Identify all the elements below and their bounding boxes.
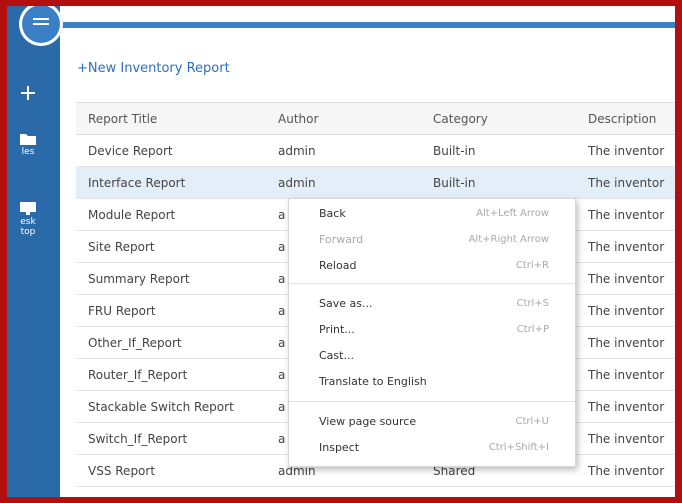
description-cell: The inventor: [576, 262, 675, 295]
app-frame: les esk top +New Inventory Report Report…: [7, 6, 675, 497]
report-title-cell: Other_If_Report: [76, 326, 266, 359]
desktop-label-line1: esk: [20, 217, 36, 227]
column-header-author[interactable]: Author: [266, 102, 421, 135]
report-title-cell: Switch_If_Report: [76, 422, 266, 455]
report-title-cell: Device Report: [76, 134, 266, 167]
menu-item-label: Reload: [319, 259, 357, 272]
desktop-button[interactable]: esk top: [7, 202, 49, 237]
menu-item-print[interactable]: Print... Ctrl+P: [289, 319, 575, 341]
description-cell: The inventor: [576, 454, 675, 487]
menu-item-shortcut: Ctrl+U: [515, 416, 550, 427]
report-title-cell: Router_If_Report: [76, 358, 266, 391]
menu-item-reload[interactable]: Reload Ctrl+R: [289, 255, 575, 277]
column-header-title[interactable]: Report Title: [76, 102, 266, 135]
menu-item-inspect[interactable]: Inspect Ctrl+Shift+I: [289, 437, 575, 459]
description-cell: The inventor: [576, 134, 675, 167]
report-title-cell: FRU Report: [76, 294, 266, 327]
description-cell: The inventor: [576, 326, 675, 359]
menu-item-translate[interactable]: Translate to English: [289, 371, 575, 393]
top-bar: [60, 6, 675, 28]
report-title-cell: VSS Report: [76, 454, 266, 487]
menu-item-shortcut: Alt+Left Arrow: [476, 208, 549, 219]
menu-item-shortcut: Ctrl+S: [516, 298, 549, 309]
menu-item-shortcut: Alt+Right Arrow: [468, 234, 549, 245]
table-row[interactable]: Device Report admin Built-in The inventor: [76, 134, 675, 167]
report-title-cell: Stackable Switch Report: [76, 390, 266, 423]
description-cell: The inventor: [576, 166, 675, 199]
description-cell: The inventor: [576, 198, 675, 231]
description-cell: The inventor: [576, 294, 675, 327]
menu-item-cast[interactable]: Cast...: [289, 345, 575, 367]
column-header-category[interactable]: Category: [421, 102, 576, 135]
table-row[interactable]: Interface Report admin Built-in The invento…: [76, 166, 675, 199]
description-cell: The inventor: [576, 358, 675, 391]
report-title-cell: Summary Report: [76, 262, 266, 295]
menu-item-label: Forward: [319, 233, 364, 246]
menu-item-label: Translate to English: [319, 375, 427, 388]
add-button[interactable]: [7, 86, 49, 102]
menu-item-label: View page source: [319, 415, 417, 428]
report-title-cell: Module Report: [76, 198, 266, 231]
hamburger-icon: [33, 18, 49, 28]
menu-item-view-source[interactable]: View page source Ctrl+U: [289, 411, 575, 433]
files-label: les: [21, 147, 35, 157]
menu-separator: [289, 283, 575, 284]
menu-item-label: Cast...: [319, 349, 354, 362]
description-cell: The inventor: [576, 422, 675, 455]
sidebar: les esk top: [7, 6, 60, 497]
author-cell: admin: [266, 166, 421, 199]
monitor-icon: [20, 202, 36, 215]
menu-item-label: Back: [319, 207, 346, 220]
files-button[interactable]: les: [7, 132, 49, 157]
report-title-cell: Interface Report: [76, 166, 266, 199]
plus-icon: [21, 86, 35, 100]
context-menu: Back Alt+Left Arrow Forward Alt+Right Ar…: [288, 198, 576, 467]
column-header-description[interactable]: Description: [576, 102, 675, 135]
menu-item-label: Inspect: [319, 441, 360, 454]
menu-item-shortcut: Ctrl+P: [516, 324, 549, 335]
category-cell: Built-in: [421, 134, 576, 167]
table-header-row: Report Title Author Category Description: [76, 102, 675, 135]
desktop-label-line2: top: [20, 227, 36, 237]
menu-item-forward[interactable]: Forward Alt+Right Arrow: [289, 229, 575, 251]
category-cell: Built-in: [421, 166, 576, 199]
folder-icon: [20, 134, 36, 145]
menu-item-back[interactable]: Back Alt+Left Arrow: [289, 203, 575, 225]
menu-item-label: Print...: [319, 323, 355, 336]
description-cell: The inventor: [576, 230, 675, 263]
description-cell: The inventor: [576, 390, 675, 423]
menu-separator: [289, 401, 575, 402]
menu-item-shortcut: Ctrl+Shift+I: [488, 442, 549, 453]
new-inventory-report-link[interactable]: +New Inventory Report: [77, 61, 230, 76]
menu-item-label: Save as...: [319, 297, 373, 310]
menu-item-shortcut: Ctrl+R: [515, 260, 549, 271]
author-cell: admin: [266, 134, 421, 167]
menu-item-save-as[interactable]: Save as... Ctrl+S: [289, 293, 575, 315]
report-title-cell: Site Report: [76, 230, 266, 263]
